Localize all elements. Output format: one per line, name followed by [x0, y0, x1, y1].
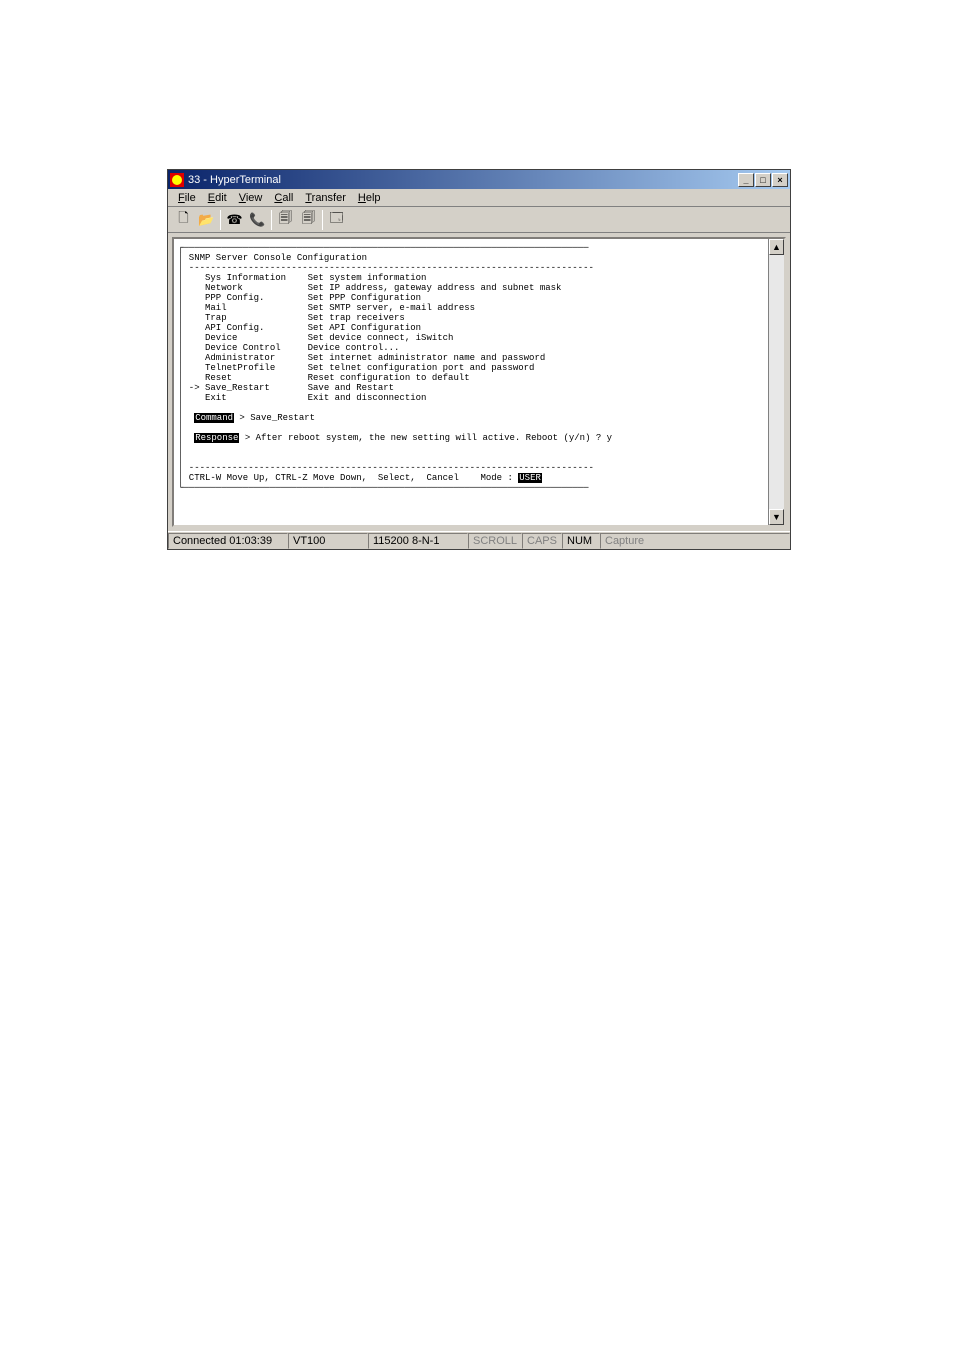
- status-caps: CAPS: [522, 533, 562, 549]
- terminal-content[interactable]: ┌───────────────────────────────────────…: [174, 239, 768, 525]
- maximize-button[interactable]: □: [755, 173, 771, 187]
- menubar: File Edit View Call Transfer Help: [168, 189, 790, 207]
- open-icon[interactable]: 📂: [195, 209, 218, 231]
- titlebar[interactable]: 33 - HyperTerminal _ □ ×: [168, 170, 790, 189]
- vertical-scrollbar[interactable]: ▲ ▼: [768, 239, 784, 525]
- status-connected: Connected 01:03:39: [168, 533, 288, 549]
- status-emulation: VT100: [288, 533, 368, 549]
- menu-call[interactable]: Call: [268, 191, 299, 205]
- properties-icon[interactable]: 🗔: [325, 209, 348, 231]
- toolbar: 🗋 📂 ☎ 📞 🗐 🗐 🗔: [168, 207, 790, 233]
- new-icon[interactable]: 🗋: [172, 209, 195, 231]
- app-icon: [170, 173, 184, 187]
- status-port: 115200 8-N-1: [368, 533, 468, 549]
- menu-help[interactable]: Help: [352, 191, 387, 205]
- disconnect-icon[interactable]: 📞: [246, 209, 269, 231]
- toolbar-separator: [220, 210, 221, 230]
- toolbar-separator: [271, 210, 272, 230]
- scroll-down-icon[interactable]: ▼: [769, 509, 784, 525]
- menu-file[interactable]: File: [172, 191, 202, 205]
- menu-transfer[interactable]: Transfer: [299, 191, 352, 205]
- close-button[interactable]: ×: [772, 173, 788, 187]
- status-capture: Capture: [600, 533, 790, 549]
- status-num: NUM: [562, 533, 600, 549]
- scroll-track[interactable]: [769, 255, 784, 509]
- window-buttons: _ □ ×: [738, 173, 788, 187]
- window-title: 33 - HyperTerminal: [188, 174, 738, 186]
- send-icon[interactable]: 🗐: [274, 209, 297, 231]
- terminal-area: ┌───────────────────────────────────────…: [172, 237, 786, 527]
- receive-icon[interactable]: 🗐: [297, 209, 320, 231]
- hyperterminal-window: 33 - HyperTerminal _ □ × File Edit View …: [167, 169, 791, 550]
- menu-edit[interactable]: Edit: [202, 191, 233, 205]
- minimize-button[interactable]: _: [738, 173, 754, 187]
- menu-view[interactable]: View: [233, 191, 269, 205]
- statusbar: Connected 01:03:39 VT100 115200 8-N-1 SC…: [168, 531, 790, 549]
- scroll-up-icon[interactable]: ▲: [769, 239, 784, 255]
- toolbar-separator: [322, 210, 323, 230]
- status-scroll: SCROLL: [468, 533, 522, 549]
- call-icon[interactable]: ☎: [223, 209, 246, 231]
